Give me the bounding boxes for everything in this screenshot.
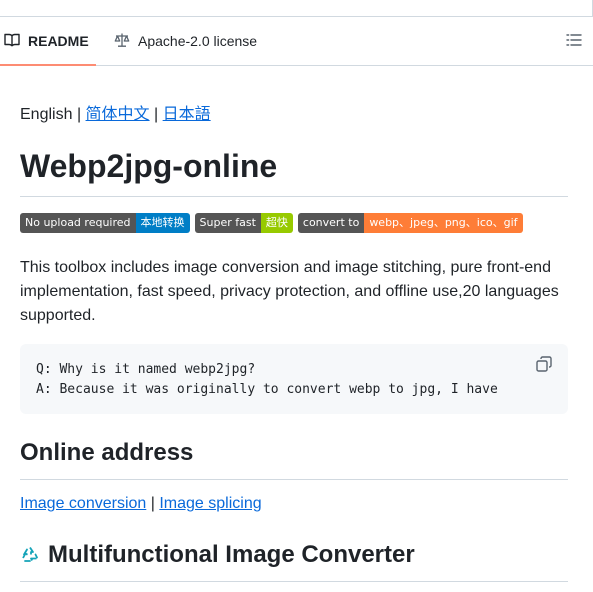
readme-page: README Apache-2.0 license English | 简体中文… bbox=[0, 0, 593, 592]
code-text: Q: Why is it named webp2jpg? A: Because … bbox=[36, 360, 498, 400]
badge-no-upload[interactable]: No upload required 本地转换 bbox=[20, 213, 190, 233]
badge-label: Super fast bbox=[194, 213, 261, 233]
badge-value: 本地转换 bbox=[135, 213, 190, 233]
online-address-heading: Online address bbox=[20, 438, 568, 480]
book-icon bbox=[4, 32, 28, 51]
code-block: Q: Why is it named webp2jpg? A: Because … bbox=[20, 344, 568, 414]
image-splicing-link[interactable]: Image splicing bbox=[159, 495, 261, 512]
code-line: Q: Why is it named webp2jpg? bbox=[36, 362, 256, 377]
readme-tabbar: README Apache-2.0 license bbox=[0, 17, 593, 66]
language-link-chinese[interactable]: 简体中文 bbox=[86, 106, 150, 123]
online-links: Image conversion | Image splicing bbox=[20, 495, 262, 513]
language-separator: | bbox=[76, 106, 82, 123]
badge-super-fast[interactable]: Super fast 超快 bbox=[194, 213, 293, 233]
badge-label: No upload required bbox=[20, 213, 136, 233]
tab-readme[interactable]: README bbox=[0, 17, 96, 66]
language-switcher: English | 简体中文 | 日本語 bbox=[20, 100, 211, 124]
tab-license[interactable]: Apache-2.0 license bbox=[112, 17, 257, 65]
copy-button[interactable] bbox=[534, 355, 554, 377]
language-current: English bbox=[20, 106, 73, 123]
converter-heading: Multifunctional Image Converter bbox=[48, 541, 415, 568]
image-conversion-link[interactable]: Image conversion bbox=[20, 495, 146, 512]
scale-icon bbox=[114, 32, 138, 51]
badge-convert-to[interactable]: convert to webp、jpeg、png、ico、gif bbox=[297, 213, 523, 233]
link-separator: | bbox=[150, 495, 155, 512]
page-title: Webp2jpg-online bbox=[20, 146, 568, 197]
outline-button[interactable] bbox=[565, 33, 583, 51]
tab-license-label: Apache-2.0 license bbox=[138, 33, 258, 49]
badge-value: 超快 bbox=[260, 213, 293, 233]
language-separator: | bbox=[154, 106, 159, 123]
badge-value: webp、jpeg、png、ico、gif bbox=[364, 213, 523, 233]
tab-readme-label: README bbox=[28, 33, 89, 49]
description-text: This toolbox includes image conversion a… bbox=[20, 259, 559, 324]
recycle-icon bbox=[20, 540, 48, 573]
code-line: A: Because it was originally to convert … bbox=[36, 382, 498, 397]
converter-heading-row: Multifunctional Image Converter bbox=[20, 540, 568, 582]
language-link-japanese[interactable]: 日本語 bbox=[163, 106, 211, 123]
badge-label: convert to bbox=[297, 213, 365, 233]
copy-icon bbox=[536, 355, 552, 377]
list-icon bbox=[566, 32, 582, 53]
badge-row: No upload required 本地转换 Super fast 超快 co… bbox=[20, 213, 523, 233]
